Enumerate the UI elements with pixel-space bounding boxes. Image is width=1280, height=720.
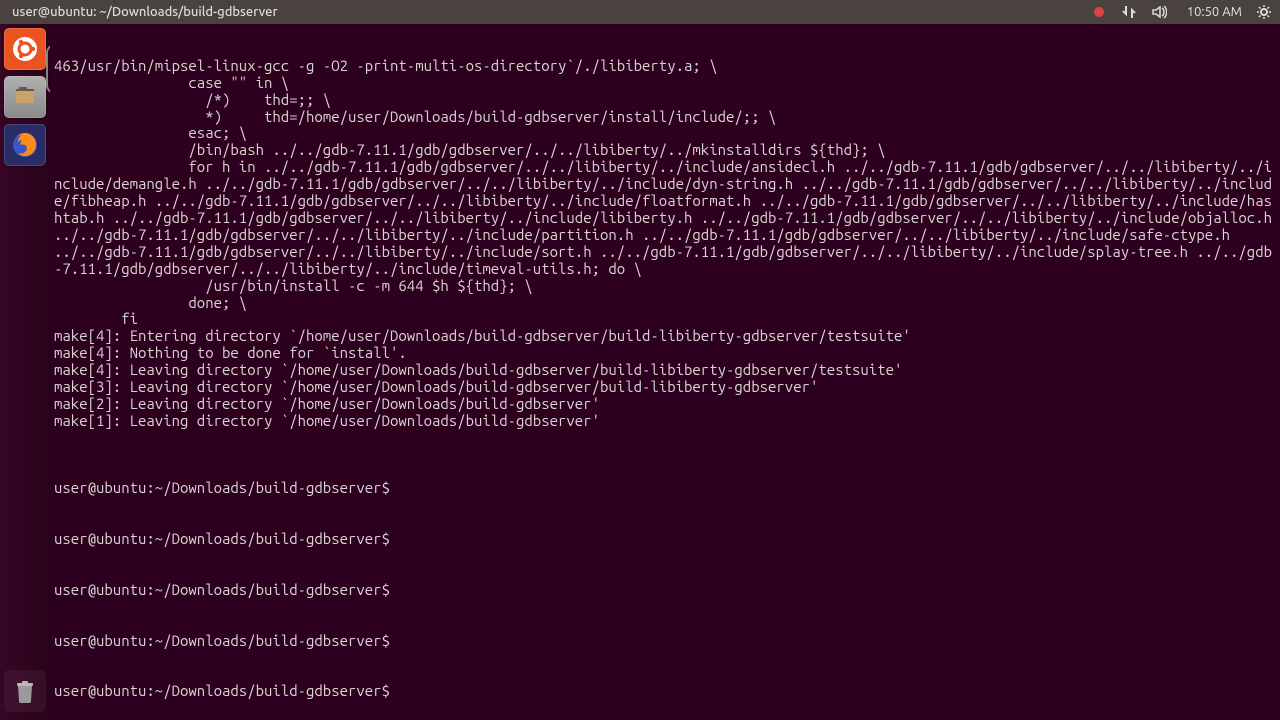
output-line: make[4]: Nothing to be done for `install… xyxy=(54,345,1276,362)
terminal-output: 463/usr/bin/mipsel-linux-gcc -g -O2 -pri… xyxy=(54,58,1276,430)
prompt: user@ubuntu:~/Downloads/build-gdbserver$ xyxy=(54,479,390,496)
output-line: done; \ xyxy=(54,295,1276,312)
output-line: make[2]: Leaving directory `/home/user/D… xyxy=(54,396,1276,413)
output-line: esac; \ xyxy=(54,125,1276,142)
output-line: make[1]: Leaving directory `/home/user/D… xyxy=(54,413,1276,430)
output-line: make[4]: Entering directory `/home/user/… xyxy=(54,328,1276,345)
menu-bar: user@ubuntu: ~/Downloads/build-gdbserver… xyxy=(0,0,1280,24)
files-button[interactable] xyxy=(4,76,46,118)
gear-icon xyxy=(1256,4,1272,20)
prompt: user@ubuntu:~/Downloads/build-gdbserver$ xyxy=(54,682,390,699)
files-icon xyxy=(11,83,39,111)
output-line: *) thd=/home/user/Downloads/build-gdbser… xyxy=(54,109,1276,126)
unity-launcher: >_ xyxy=(0,24,50,720)
output-line: 463/usr/bin/mipsel-linux-gcc -g -O2 -pri… xyxy=(54,58,1276,75)
prompt: user@ubuntu:~/Downloads/build-gdbserver$ xyxy=(54,530,390,547)
prompt: user@ubuntu:~/Downloads/build-gdbserver$ xyxy=(54,632,390,649)
system-indicators[interactable]: 10:50 AM xyxy=(1091,4,1272,20)
output-line: for h in ../../gdb-7.11.1/gdb/gdbserver/… xyxy=(54,159,1276,277)
output-line: make[3]: Leaving directory `/home/user/D… xyxy=(54,379,1276,396)
output-line: make[4]: Leaving directory `/home/user/D… xyxy=(54,362,1276,379)
output-line: /*) thd=;; \ xyxy=(54,92,1276,109)
window-title: user@ubuntu: ~/Downloads/build-gdbserver xyxy=(8,5,278,19)
dash-button[interactable] xyxy=(4,28,46,70)
firefox-button[interactable] xyxy=(4,124,46,166)
output-line: /usr/bin/install -c -m 644 $h ${thd}; \ xyxy=(54,278,1276,295)
output-line: case "" in \ xyxy=(54,75,1276,92)
firefox-icon xyxy=(10,130,40,160)
sound-icon xyxy=(1151,4,1167,20)
prompt: user@ubuntu:~/Downloads/build-gdbserver$ xyxy=(54,581,390,598)
trash-icon xyxy=(10,676,40,706)
record-icon xyxy=(1091,4,1107,20)
trash-button[interactable] xyxy=(4,670,46,712)
ubuntu-icon xyxy=(12,36,38,62)
clock: 10:50 AM xyxy=(1187,5,1242,19)
output-line: fi xyxy=(54,311,1276,328)
network-icon xyxy=(1121,4,1137,20)
output-line: /bin/bash ../../gdb-7.11.1/gdb/gdbserver… xyxy=(54,142,1276,159)
terminal-viewport[interactable]: 463/usr/bin/mipsel-linux-gcc -g -O2 -pri… xyxy=(50,24,1280,720)
